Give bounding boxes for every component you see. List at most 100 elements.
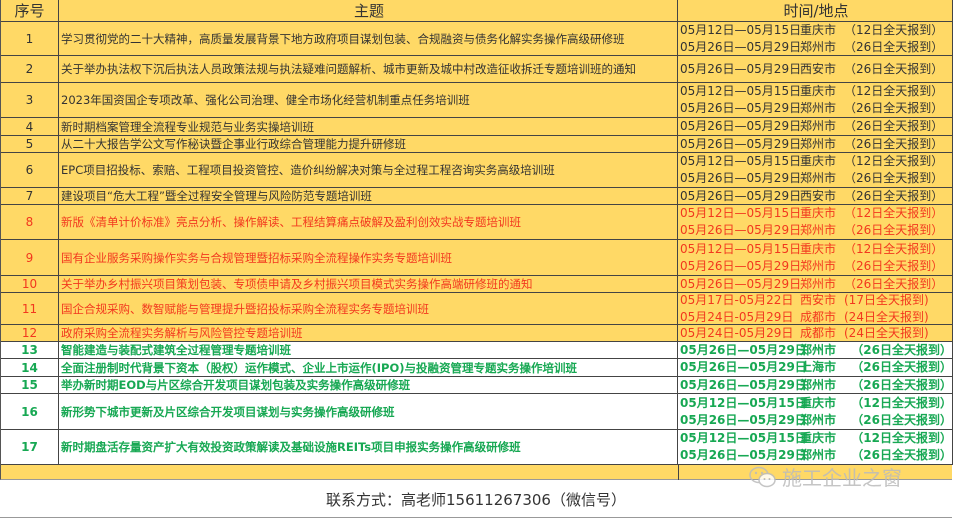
table-row: 17 新时期盘活存量资产扩大有效投资政策解读及基础设施REITs项目申报实务操作高… [1, 430, 953, 465]
row-number: 10 [1, 276, 59, 292]
session-note: （26日全天报到） [844, 276, 944, 291]
session-line: 05月24日-05月29日 成都市 (24日全天报到) [680, 309, 952, 325]
session-date: 05月24日-05月29日 [680, 309, 794, 324]
row-number: 6 [1, 153, 59, 187]
session-note: (24日全天报到) [844, 325, 929, 340]
session-date: 05月12日—05月15日 [680, 22, 802, 37]
table-row: 11 国企合规采购、数智赋能与管理提升暨招投标采购全流程实务专题培训班 05月17日… [1, 293, 953, 325]
row-number: 3 [1, 83, 59, 117]
row-number: 12 [1, 325, 59, 341]
row-schedule: 05月12日—05月15日 重庆市 （12日全天报到） 05月26日—05月29日 郑州… [678, 240, 953, 275]
row-number: 9 [1, 240, 59, 275]
session-date: 05月12日—05月15日 [680, 84, 802, 98]
session-city: 成都市 [800, 309, 837, 324]
session-date: 05月26日—05月29日 [680, 61, 802, 76]
table-row: 8 新版《清单计价标准》亮点分析、操作解读、工程结算痛点破解及盈利创效实战专题培训… [1, 205, 953, 240]
row-topic: 新时期档案管理全流程专业规范与业务实操培训班 [59, 118, 678, 135]
table-row: 1 学习贯彻党的二十大精神，高质量发展背景下地方政府项目谋划包装、合规融资与债务化… [1, 22, 953, 56]
row-topic: 关于举办乡村振兴项目策划包装、专项债申请及乡村振兴项目模式实务操作高端研修班的通… [59, 276, 678, 292]
session-note: （12日全天报到） [844, 84, 944, 98]
row-schedule: 05月12日—05月15日 重庆市 （12日全天报到） 05月26日—05月29日 郑州… [678, 394, 953, 429]
session-city: 郑州市 [800, 39, 837, 54]
session-city: 重庆市 [800, 84, 837, 98]
table-row: 5 从二十大报告学公文写作秘诀暨企事业行政综合管理能力提升研修班 05月26日—05… [1, 136, 953, 153]
session-date: 05月26日—05月29日 [680, 360, 807, 374]
row-number: 2 [1, 56, 59, 82]
session-line: 05月26日—05月29日 郑州市 （26日全天报到） [680, 136, 952, 152]
session-date: 05月12日—05月15日 [680, 206, 802, 220]
table-row: 12 政府采购全流程实务解析与风险管控专题培训班 05月24日-05月29日 成都市 (… [1, 325, 953, 342]
row-schedule: 05月12日—05月15日 重庆市 （12日全天报到） 05月26日—05月29日 郑州… [678, 153, 953, 187]
session-date: 05月26日—05月29日 [680, 39, 802, 54]
session-date: 05月26日—05月29日 [680, 276, 802, 291]
session-line: 05月26日—05月29日 郑州市 （26日全天报到） [680, 100, 952, 117]
table-row: 14 全面注册制时代背景下资本（股权）运作模式、企业上市运作(IPO)与投融资管理… [1, 359, 953, 377]
row-number: 15 [1, 377, 59, 393]
course-table: 序号 主题 时间/地点 1 学习贯彻党的二十大精神，高质量发展背景下地方政府项目谋… [0, 0, 953, 465]
session-line: 05月12日—05月15日 重庆市 （12日全天报到） [680, 22, 952, 39]
row-topic: 新时期盘活存量资产扩大有效投资政策解读及基础设施REITs项目申报实务操作高级研… [59, 430, 678, 464]
session-note: （12日全天报到） [851, 431, 952, 445]
session-date: 05月26日—05月29日 [680, 101, 802, 115]
session-date: 05月26日—05月29日 [680, 258, 802, 273]
session-city: 成都市 [800, 325, 837, 340]
session-line: 05月17日-05月22日 西安市 (17日全天报到) [680, 293, 952, 309]
session-date: 05月26日—05月29日 [680, 188, 802, 203]
session-note: （12日全天报到） [844, 22, 944, 37]
row-schedule: 05月26日—05月29日 郑州市 （26日全天报到） [678, 118, 953, 135]
session-line: 05月26日—05月29日 郑州市 （26日全天报到） [680, 222, 952, 239]
session-line: 05月26日—05月29日 郑州市 （26日全天报到） [680, 170, 952, 187]
session-line: 05月26日—05月29日 郑州市 （26日全天报到） [680, 377, 952, 393]
session-line: 05月12日—05月15日 重庆市 （12日全天报到） [680, 430, 952, 447]
session-note: （26日全天报到） [851, 377, 952, 392]
row-topic: EPC项目招投标、索赔、工程项目投资管控、造价纠纷解决对策与全过程工程咨询实务高… [59, 153, 678, 187]
session-note: （26日全天报到） [844, 223, 944, 237]
session-city: 郑州市 [800, 377, 837, 392]
session-city: 西安市 [800, 61, 837, 76]
row-topic: 智能建造与装配式建筑全过程管理专题培训班 [59, 342, 678, 358]
row-topic: 新版《清单计价标准》亮点分析、操作解读、工程结算痛点破解及盈利创效实战专题培训班 [59, 205, 678, 239]
session-note: (17日全天报到) [844, 293, 929, 307]
session-date: 05月26日—05月29日 [680, 412, 807, 427]
session-note: （26日全天报到） [844, 119, 944, 133]
row-number: 17 [1, 430, 59, 464]
table-row: 2 关于举办执法权下沉后执法人员政策法规与执法疑难问题解析、城市更新及城中村改造征… [1, 56, 953, 83]
row-topic: 2023年国资国企专项改革、强化公司治理、健全市场化经营机制重点任务培训班 [59, 83, 678, 117]
header-seq: 序号 [1, 0, 59, 21]
session-date: 05月12日—05月15日 [680, 395, 807, 410]
session-line: 05月26日—05月29日 郑州市 （26日全天报到） [680, 276, 952, 292]
session-line: 05月24日-05月29日 成都市 (24日全天报到) [680, 325, 952, 341]
row-topic: 国有企业服务采购操作实务与合规管理暨招标采购全流程操作实务专题培训班 [59, 240, 678, 275]
session-city: 重庆市 [800, 241, 837, 256]
table-row: 3 2023年国资国企专项改革、强化公司治理、健全市场化经营机制重点任务培训班 05… [1, 83, 953, 118]
session-date: 05月26日—05月29日 [680, 223, 802, 237]
row-number: 4 [1, 118, 59, 135]
row-topic: 举办新时期EOD与片区综合开发项目谋划包装及实务操作高级研修班 [59, 377, 678, 393]
row-topic: 建设项目“危大工程”暨全过程安全管理与风险防范专题培训班 [59, 188, 678, 204]
row-number: 11 [1, 293, 59, 324]
row-schedule: 05月26日—05月29日 郑州市 （26日全天报到） [678, 342, 953, 358]
session-line: 05月26日—05月29日 郑州市 （26日全天报到） [680, 258, 952, 275]
wechat-icon [749, 466, 776, 487]
table-row: 4 新时期档案管理全流程专业规范与业务实操培训班 05月26日—05月29日 郑州市 （… [1, 118, 953, 136]
row-topic: 关于举办执法权下沉后执法人员政策法规与执法疑难问题解析、城市更新及城中村改造征收… [59, 56, 678, 82]
table-row: 15 举办新时期EOD与片区综合开发项目谋划包装及实务操作高级研修班 05月26日—… [1, 377, 953, 394]
session-line: 05月12日—05月15日 重庆市 （12日全天报到） [680, 395, 952, 412]
table-row: 13 智能建造与装配式建筑全过程管理专题培训班 05月26日—05月29日 郑州市 （2… [1, 342, 953, 359]
session-city: 重庆市 [800, 22, 837, 37]
session-line: 05月26日—05月29日 西安市 （26日全天报到） [680, 188, 952, 204]
session-line: 05月12日—05月15日 重庆市 （12日全天报到） [680, 241, 952, 258]
row-schedule: 05月26日—05月29日 郑州市 （26日全天报到） [678, 136, 953, 152]
watermark: 施工企业之窗 [748, 462, 902, 491]
session-date: 05月26日—05月29日 [680, 171, 802, 185]
session-city: 西安市 [800, 293, 837, 307]
session-city: 郑州市 [800, 276, 837, 291]
row-number: 8 [1, 205, 59, 239]
session-note: （26日全天报到） [851, 360, 952, 374]
session-note: （26日全天报到） [844, 171, 944, 185]
session-city: 重庆市 [800, 206, 837, 220]
session-line: 05月12日—05月15日 重庆市 （12日全天报到） [680, 205, 952, 222]
row-schedule: 05月26日—05月29日 西安市 （26日全天报到） [678, 188, 953, 204]
session-note: （12日全天报到） [844, 241, 944, 256]
row-schedule: 05月12日—05月15日 重庆市 （12日全天报到） 05月26日—05月29日 郑州… [678, 22, 953, 55]
